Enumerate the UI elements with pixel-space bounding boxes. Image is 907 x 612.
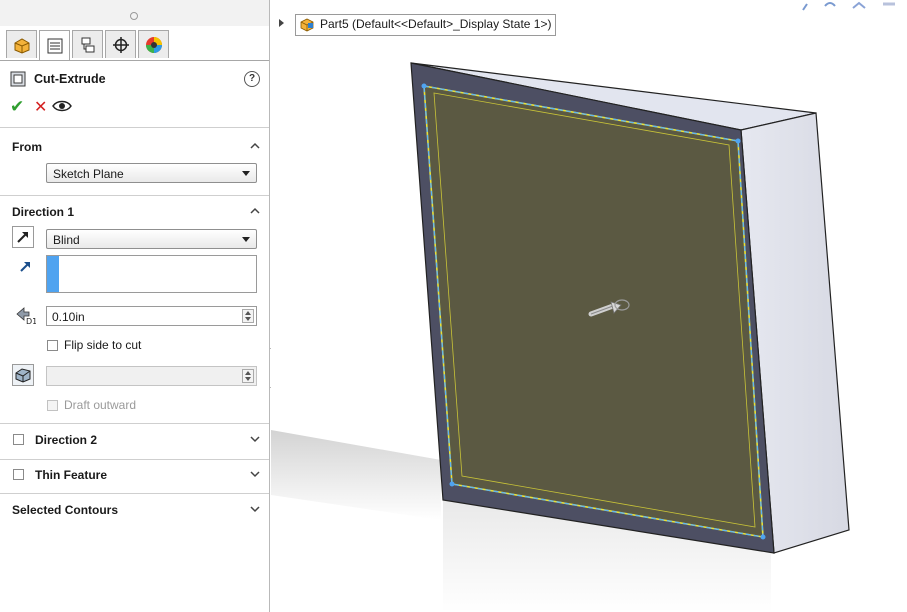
reverse-direction-button[interactable] [12, 226, 34, 248]
preview-eye-icon[interactable] [52, 99, 72, 113]
draft-outward-checkbox[interactable] [47, 400, 58, 411]
reverse-direction-icon [17, 232, 28, 243]
sketch-vertex[interactable] [735, 138, 741, 144]
sketch-vertex[interactable] [449, 481, 455, 487]
direction2-section-header[interactable]: Direction 2 [35, 433, 97, 447]
sketch-vertex[interactable] [760, 534, 766, 540]
svg-text:D1: D1 [26, 317, 36, 325]
active-selection-indicator [47, 256, 59, 292]
start-condition-value: Sketch Plane [53, 167, 124, 181]
section-divider [0, 423, 269, 424]
sketch-vertex[interactable] [421, 83, 427, 89]
draft-toggle-button[interactable] [12, 364, 34, 386]
end-condition-select[interactable]: Blind [46, 229, 257, 249]
section-divider [0, 493, 269, 494]
thin-feature-section-header[interactable]: Thin Feature [35, 468, 107, 482]
zoom-area-icon[interactable] [824, 2, 836, 7]
chevron-down-icon[interactable] [249, 503, 261, 515]
display-manager-icon [145, 36, 162, 53]
direction1-section-header[interactable]: Direction 1 [12, 205, 74, 219]
previous-view-icon[interactable] [852, 1, 866, 9]
draft-outward-label: Draft outward [64, 398, 137, 412]
depth-icon: D1 [16, 307, 36, 325]
part-icon [300, 18, 314, 32]
crosshair-icon [112, 36, 129, 53]
page-title: Cut-Extrude [34, 72, 106, 86]
feature-manager-icon [14, 37, 29, 54]
thin-feature-checkbox[interactable] [13, 469, 24, 480]
depth-input[interactable]: 0.10in [46, 306, 257, 326]
tab-configuration-manager[interactable] [72, 30, 103, 58]
cut-extrude-icon [10, 71, 26, 87]
draft-angle-input[interactable] [46, 366, 257, 386]
model-view[interactable] [271, 0, 907, 612]
ok-check-icon[interactable]: ✔ [10, 97, 24, 117]
panel-grip[interactable] [0, 0, 269, 26]
tab-property-manager[interactable] [39, 30, 70, 60]
grip-dot-icon [130, 12, 138, 20]
draft-angle-spinner[interactable] [242, 369, 254, 383]
depth-value: 0.10in [52, 310, 85, 324]
tab-display-manager[interactable] [138, 30, 169, 58]
chevron-down-icon[interactable] [249, 468, 261, 480]
direction-vector-icon [20, 262, 30, 272]
direction2-checkbox[interactable] [13, 434, 24, 445]
floor-shadow [271, 430, 441, 520]
depth-spinner[interactable] [242, 309, 254, 323]
chevron-up-icon[interactable] [249, 140, 261, 152]
chevron-down-icon [242, 237, 250, 242]
configuration-manager-icon [81, 37, 94, 52]
breadcrumb-part-item[interactable]: Part5 (Default<<Default>_Display State 1… [295, 14, 557, 36]
help-icon[interactable]: ? [244, 71, 260, 87]
zoom-to-fit-icon[interactable] [802, 3, 808, 11]
from-section-header[interactable]: From [12, 140, 42, 154]
chevron-down-icon [242, 171, 250, 176]
section-divider [0, 195, 269, 196]
property-manager-panel: Cut-Extrude ? ✔ ✕ From Sketch Plane Dire… [0, 0, 270, 612]
tabs-divider [0, 60, 269, 61]
direction-vector-selection-box[interactable] [46, 255, 257, 293]
tab-dimxpert-manager[interactable] [105, 30, 136, 58]
flip-side-checkbox[interactable] [47, 340, 58, 351]
from-start-condition-select[interactable]: Sketch Plane [46, 163, 257, 183]
tab-feature-manager[interactable] [6, 30, 37, 58]
expand-arrow-icon[interactable] [279, 19, 284, 27]
view-toolbar [802, 1, 895, 11]
selected-contours-section-header[interactable]: Selected Contours [12, 503, 118, 517]
graphics-area[interactable]: Part5 (Default<<Default>_Display State 1… [271, 0, 907, 612]
breadcrumb-text: Part5 (Default<<Default>_Display State 1… [320, 17, 552, 31]
chevron-down-icon[interactable] [249, 433, 261, 445]
confirm-row: ✔ ✕ [10, 97, 130, 117]
property-manager-icon [47, 38, 62, 53]
draft-icon [15, 368, 31, 383]
end-condition-value: Blind [53, 233, 80, 247]
cancel-x-icon[interactable]: ✕ [34, 97, 47, 117]
section-divider [0, 127, 269, 128]
section-divider [0, 459, 269, 460]
property-manager-header: Cut-Extrude ? [10, 70, 260, 90]
chevron-up-icon[interactable] [249, 205, 261, 217]
manager-tabs [6, 30, 171, 60]
flip-side-label: Flip side to cut [64, 338, 142, 352]
